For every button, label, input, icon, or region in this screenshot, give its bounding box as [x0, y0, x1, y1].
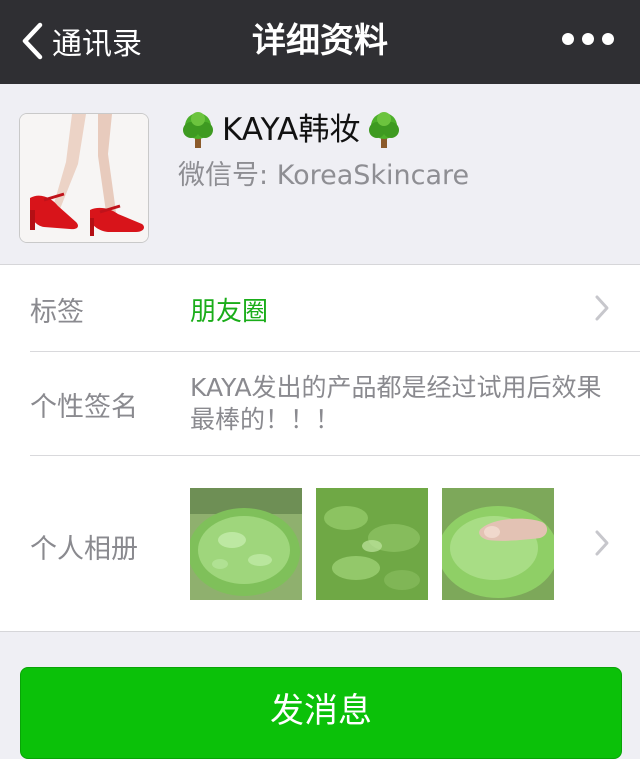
album-photo[interactable] [316, 488, 428, 600]
signature-row: 个性签名 KAYA发出的产品都是经过试用后效果最棒的！！！ [0, 352, 640, 455]
detail-list: 标签 朋友圈 个性签名 KAYA发出的产品都是经过试用后效果最棒的！！！ 个人相… [0, 265, 640, 632]
navigation-bar: 通讯录 详细资料 [0, 0, 640, 84]
avatar-red-heels-image [20, 114, 148, 242]
profile-name-row: KAYA韩妆 [178, 108, 404, 152]
album-label: 个人相册 [30, 534, 138, 565]
photo-aloe-finger-image [442, 488, 554, 600]
tree-icon [369, 112, 400, 148]
ellipsis-dot [602, 33, 614, 45]
send-message-button[interactable]: 发消息 [20, 667, 622, 759]
tree-icon [183, 112, 213, 148]
wechat-id-label: 微信号: [178, 160, 269, 191]
chevron-right-icon [595, 295, 609, 321]
signature-label: 个性签名 [30, 392, 138, 423]
profile-name: KAYA韩妆 [222, 112, 361, 148]
page-title: 详细资料 [252, 21, 388, 61]
album-photo[interactable] [190, 488, 302, 600]
tag-label: 标签 [30, 297, 84, 328]
ellipsis-icon [562, 33, 574, 45]
tag-row[interactable]: 标签 朋友圈 [0, 265, 640, 351]
photo-aloe-jar-image [190, 488, 302, 600]
photo-aloe-gel-closeup-image [316, 488, 428, 600]
album-photo[interactable] [442, 488, 554, 600]
ellipsis-dot [582, 33, 594, 45]
wechat-id: 微信号: KoreaSkincare [178, 156, 469, 196]
wechat-id-value: KoreaSkincare [276, 160, 470, 191]
avatar[interactable] [19, 113, 149, 243]
chevron-right-icon [595, 530, 609, 556]
tag-value: 朋友圈 [190, 297, 269, 327]
album-row[interactable]: 个人相册 [0, 456, 640, 631]
profile-header: KAYA韩妆 微信号: KoreaSkincare [0, 84, 640, 265]
more-button[interactable] [562, 33, 614, 45]
signature-value: KAYA发出的产品都是经过试用后效果最棒的！！！ [190, 373, 602, 434]
